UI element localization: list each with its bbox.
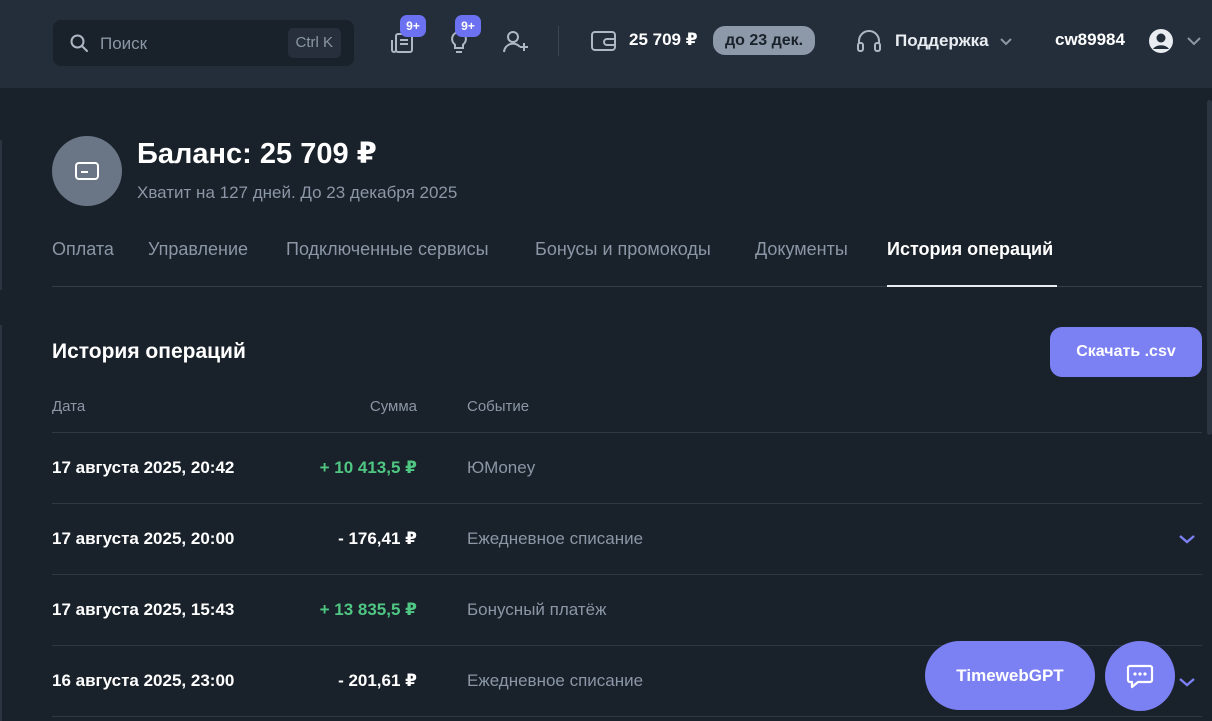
tab-management[interactable]: Управление: [148, 239, 248, 287]
scrollbar-thumb[interactable]: [1207, 100, 1212, 435]
expand-chevron-icon[interactable]: [1178, 533, 1196, 545]
headset-icon: [857, 30, 881, 52]
tab-connected-services[interactable]: Подключенные сервисы: [286, 239, 489, 287]
credit-card-icon: [75, 162, 99, 180]
row-event: ЮMoney: [467, 458, 536, 477]
search-shortcut: Ctrl K: [287, 28, 341, 58]
header-divider: [558, 26, 559, 56]
support-label: Поддержка: [895, 31, 989, 50]
balance-until-badge: до 23 дек.: [713, 26, 816, 55]
row-date: 16 августа 2025, 23:00: [52, 671, 235, 690]
search-box[interactable]: Поиск Ctrl K: [53, 20, 354, 66]
ideas-badge: 9+: [455, 15, 481, 37]
tab-documents[interactable]: Документы: [755, 239, 848, 287]
column-header-sum: Сумма: [369, 398, 417, 415]
row-date: 17 августа 2025, 20:00: [52, 529, 235, 548]
chat-icon: [1126, 664, 1154, 689]
top-bar: Поиск Ctrl K 9+ 9+ 25 709 ₽ до 23 дек. П…: [0, 0, 1212, 88]
user-menu-chevron-icon[interactable]: [1186, 35, 1202, 47]
payment-card-avatar: [52, 136, 122, 206]
left-edge-line: [0, 325, 2, 721]
search-icon: [70, 34, 88, 52]
search-input[interactable]: Поиск: [100, 34, 147, 54]
add-user-icon: [503, 31, 528, 53]
section-title: История операций: [52, 340, 246, 363]
tab-history[interactable]: История операций: [887, 239, 1057, 287]
column-header-date: Дата: [52, 398, 86, 415]
avatar-icon[interactable]: [1148, 28, 1174, 54]
left-edge-line: [0, 140, 2, 290]
row-event: Ежедневное списание: [467, 529, 644, 548]
row-sum: - 201,61 ₽: [338, 671, 417, 690]
row-sum: - 176,41 ₽: [338, 529, 417, 548]
username[interactable]: cw89984: [1055, 30, 1125, 50]
tab-bonuses[interactable]: Бонусы и промокоды: [535, 239, 711, 287]
table-divider: [52, 432, 1202, 433]
add-user-button[interactable]: [498, 24, 534, 60]
chevron-down-icon: [999, 38, 1012, 46]
tab-payment[interactable]: Оплата: [52, 239, 114, 287]
billing-tabs: Оплата Управление Подключенные сервисы Б…: [52, 239, 1202, 287]
expand-chevron-icon[interactable]: [1178, 676, 1196, 688]
table-divider: [52, 574, 1202, 575]
notifications-badge: 9+: [400, 15, 426, 37]
table-divider: [52, 503, 1202, 504]
table-divider: [52, 716, 1202, 717]
balance-subtitle: Хватит на 127 дней. До 23 декабря 2025: [137, 183, 458, 202]
timeweb-gpt-button[interactable]: TimewebGPT: [925, 641, 1095, 710]
row-event: Бонусный платёж: [467, 600, 607, 619]
support-menu[interactable]: Поддержка: [855, 27, 1013, 55]
row-sum: + 13 835,5 ₽: [319, 600, 417, 619]
row-sum: + 10 413,5 ₽: [319, 458, 417, 477]
chat-button[interactable]: [1105, 641, 1175, 711]
row-event: Ежедневное списание: [467, 671, 644, 690]
balance-title: Баланс: 25 709 ₽: [137, 138, 377, 170]
wallet-icon[interactable]: [590, 28, 618, 54]
row-date: 17 августа 2025, 20:42: [52, 458, 235, 477]
notifications-button[interactable]: 9+: [386, 15, 426, 60]
row-date: 17 августа 2025, 15:43: [52, 600, 235, 619]
ideas-button[interactable]: 9+: [441, 15, 481, 60]
column-header-event: Событие: [467, 398, 530, 415]
download-csv-button[interactable]: Скачать .csv: [1050, 327, 1202, 377]
header-balance[interactable]: 25 709 ₽: [629, 30, 698, 50]
